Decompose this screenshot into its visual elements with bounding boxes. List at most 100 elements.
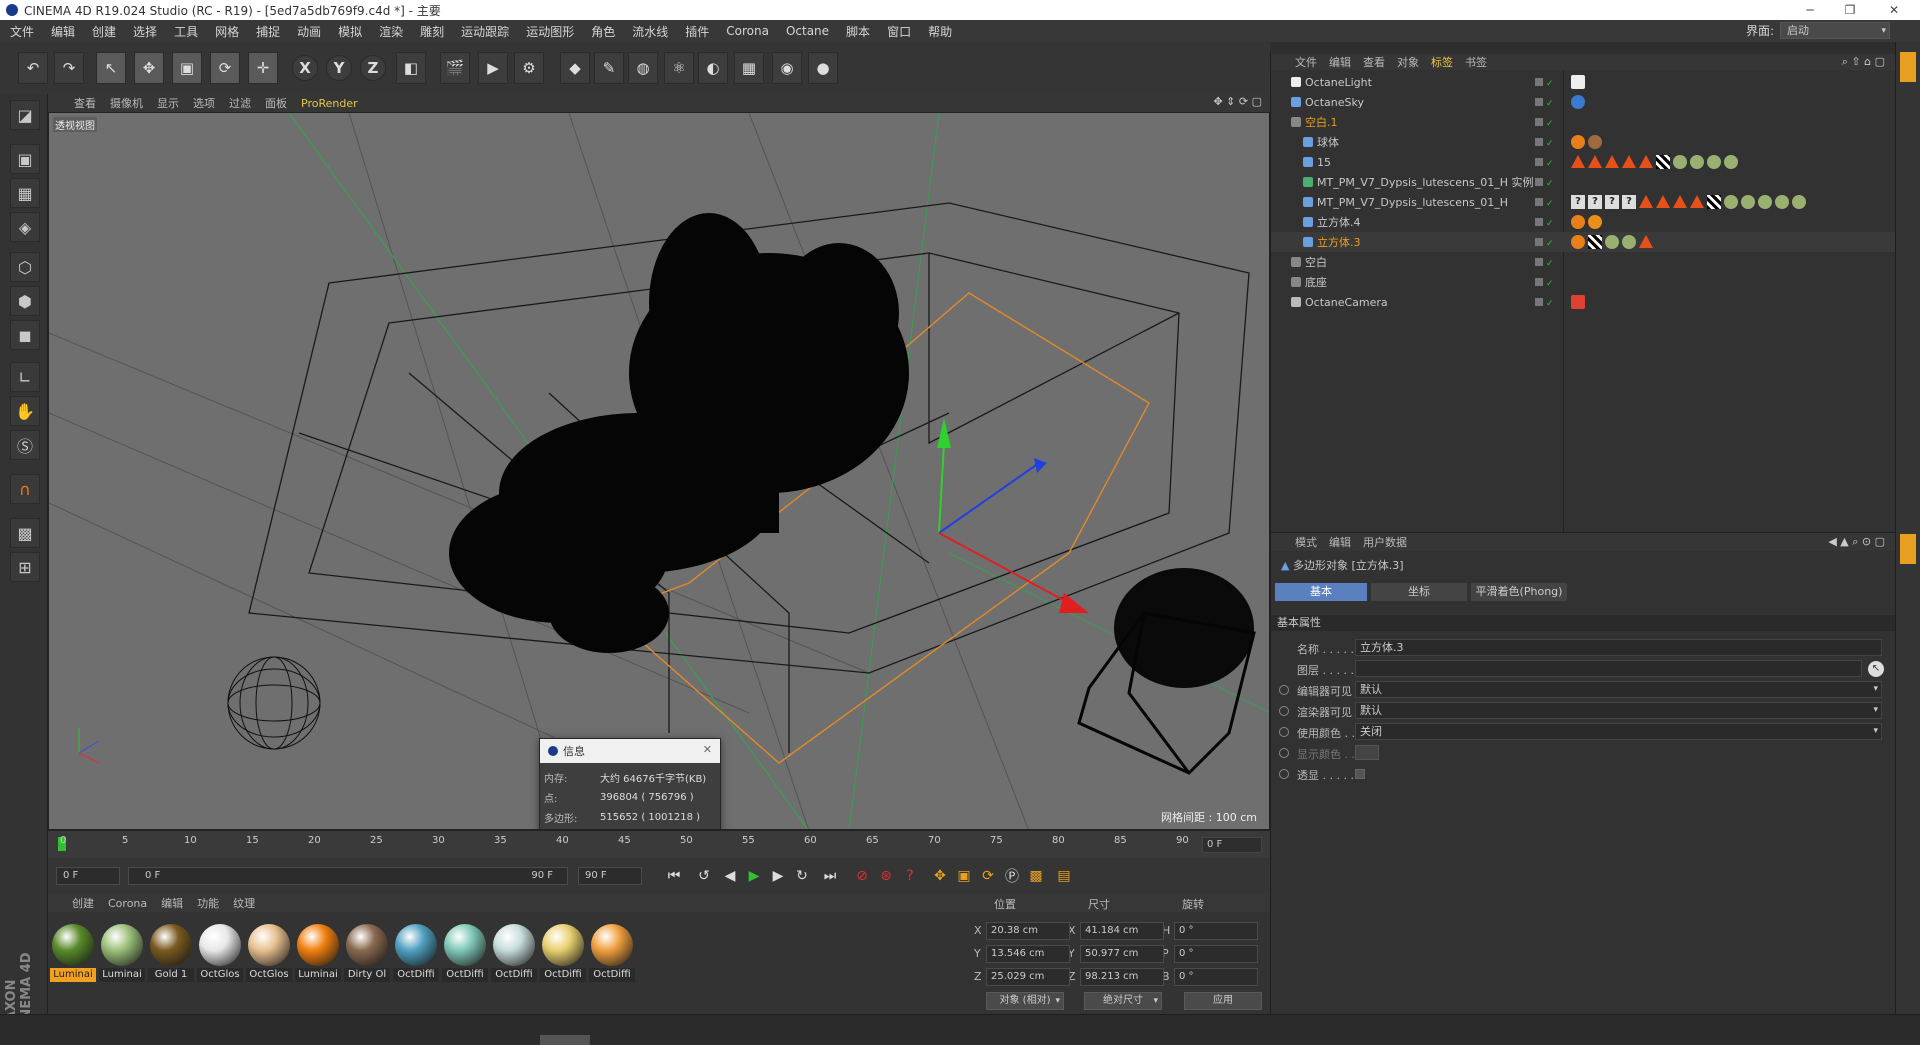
- material-swatch[interactable]: OctGlos: [197, 924, 243, 982]
- material-swatch[interactable]: OctDiffi: [491, 924, 537, 982]
- menu-item[interactable]: 选择: [133, 23, 157, 40]
- apply-button[interactable]: 应用: [1184, 992, 1262, 1010]
- tag-icon[interactable]: [1707, 195, 1721, 209]
- side-tab-attributes[interactable]: [1900, 534, 1916, 564]
- size-field[interactable]: 98.213 cm: [1080, 968, 1164, 986]
- material-swatch[interactable]: Dirty Ol: [344, 924, 390, 982]
- pen-icon[interactable]: ✎: [594, 52, 624, 84]
- tag-icon[interactable]: [1656, 155, 1670, 169]
- world-coord-icon[interactable]: ◧: [396, 52, 426, 84]
- maximize-icon[interactable]: ❐: [1830, 0, 1870, 20]
- current-frame-field[interactable]: 0 F: [1202, 837, 1262, 853]
- menu-item[interactable]: 插件: [685, 23, 709, 40]
- undo-icon[interactable]: ↶: [18, 52, 48, 84]
- viewport-menu-item[interactable]: 选项: [193, 95, 215, 111]
- attribute-field[interactable]: [1355, 660, 1862, 677]
- object-menu-item[interactable]: 查看: [1363, 54, 1385, 70]
- start-frame-field[interactable]: 0 F: [56, 867, 120, 885]
- menu-item[interactable]: Corona: [726, 24, 769, 38]
- close-icon[interactable]: ✕: [1874, 0, 1914, 20]
- visibility-flags[interactable]: ✓: [1535, 136, 1561, 149]
- keyframe-radio[interactable]: [1279, 706, 1289, 716]
- menu-item[interactable]: Octane: [786, 24, 829, 38]
- cube-icon[interactable]: ◆: [560, 52, 590, 84]
- next-frame-icon[interactable]: ▶: [766, 864, 790, 888]
- menu-item[interactable]: 捕捉: [256, 23, 280, 40]
- attribute-field[interactable]: 立方体.3: [1355, 639, 1882, 656]
- visibility-flags[interactable]: ✓: [1535, 116, 1561, 129]
- tag-icon[interactable]: [1588, 155, 1602, 168]
- auto-key-icon[interactable]: ⊛: [874, 864, 898, 888]
- transparency-checkbox[interactable]: [1355, 769, 1365, 779]
- menu-item[interactable]: 流水线: [632, 23, 668, 40]
- tag-icon[interactable]: [1673, 195, 1687, 208]
- goto-start-icon[interactable]: ⏮: [662, 864, 686, 888]
- tag-icon[interactable]: [1588, 235, 1602, 249]
- array-icon[interactable]: ⚛: [664, 52, 694, 84]
- object-row[interactable]: OctaneLight ✓: [1271, 72, 1896, 92]
- texture-mode-icon[interactable]: ▦: [10, 178, 40, 208]
- attribute-menu-item[interactable]: 编辑: [1329, 534, 1351, 550]
- attribute-tab[interactable]: 平滑着色(Phong): [1471, 583, 1567, 601]
- tag-icon[interactable]: [1622, 155, 1636, 168]
- tag-icon[interactable]: [1639, 155, 1653, 168]
- object-row[interactable]: 立方体.3 ✓: [1271, 232, 1896, 252]
- coord-mode-dropdown[interactable]: 对象 (相对): [986, 992, 1064, 1010]
- key-param-icon[interactable]: Ⓟ: [1000, 864, 1024, 888]
- key-pla-icon[interactable]: ▩: [1024, 864, 1048, 888]
- perspective-viewport[interactable]: 透视视图 网格间距 : 100 cm 信息 ✕ 内存: 大约 64676千字节(K…: [48, 112, 1270, 830]
- menu-item[interactable]: 窗口: [887, 23, 911, 40]
- timeline-window-icon[interactable]: ▤: [1052, 864, 1076, 888]
- deform-icon[interactable]: ◐: [698, 52, 728, 84]
- object-row[interactable]: 球体 ✓: [1271, 132, 1896, 152]
- menu-item[interactable]: 创建: [92, 23, 116, 40]
- next-key-icon[interactable]: ↻: [790, 864, 814, 888]
- move-icon[interactable]: ✥: [134, 52, 164, 84]
- minimize-icon[interactable]: ─: [1790, 0, 1830, 20]
- prev-frame-icon[interactable]: ◀: [718, 864, 742, 888]
- material-menu-item[interactable]: 编辑: [161, 895, 183, 911]
- material-swatch[interactable]: OctDiffi: [393, 924, 439, 982]
- material-menu-item[interactable]: 创建: [72, 895, 94, 911]
- object-menu-item[interactable]: 对象: [1397, 54, 1419, 70]
- menu-item[interactable]: 编辑: [51, 23, 75, 40]
- position-field[interactable]: 25.029 cm: [986, 968, 1070, 986]
- object-row[interactable]: OctaneSky ✓: [1271, 92, 1896, 112]
- visibility-flags[interactable]: ✓: [1535, 196, 1561, 209]
- material-swatch[interactable]: OctDiffi: [540, 924, 586, 982]
- menu-item[interactable]: 模拟: [338, 23, 362, 40]
- tag-icon[interactable]: [1571, 135, 1585, 149]
- lock-workplane-icon[interactable]: ⊞: [10, 552, 40, 582]
- tag-icon[interactable]: [1571, 235, 1585, 249]
- material-swatch[interactable]: OctDiffi: [442, 924, 488, 982]
- workplane-icon[interactable]: ◈: [10, 212, 40, 242]
- menu-item[interactable]: 文件: [10, 23, 34, 40]
- rotation-field[interactable]: 0 °: [1174, 945, 1258, 963]
- keyframe-radio[interactable]: [1279, 748, 1289, 758]
- key-position-icon[interactable]: ✥: [928, 864, 952, 888]
- object-search-icons[interactable]: ⌕ ⇧ ⌂ ▢: [1842, 55, 1885, 69]
- play-icon[interactable]: ▶: [742, 864, 766, 888]
- menu-item[interactable]: 角色: [591, 23, 615, 40]
- floor-icon[interactable]: ▦: [734, 52, 764, 84]
- axis-mode-icon[interactable]: ∟: [10, 362, 40, 392]
- visibility-flags[interactable]: ✓: [1535, 296, 1561, 309]
- camera-icon[interactable]: ◉: [772, 52, 802, 84]
- keyframe-radio[interactable]: [1279, 685, 1289, 695]
- key-rotation-icon[interactable]: ⟳: [976, 864, 1000, 888]
- tag-icon[interactable]: [1588, 135, 1602, 149]
- object-menu-item[interactable]: 标签: [1431, 54, 1453, 70]
- menu-item[interactable]: 运动图形: [526, 23, 574, 40]
- keyframe-help-icon[interactable]: ?: [898, 864, 922, 888]
- redo-icon[interactable]: ↷: [54, 52, 84, 84]
- light-icon[interactable]: ●: [808, 52, 838, 84]
- material-swatch[interactable]: OctDiffi: [589, 924, 635, 982]
- layout-dropdown[interactable]: 启动: [1780, 22, 1890, 39]
- tag-icon[interactable]: [1639, 195, 1653, 208]
- snap-icon[interactable]: Ⓢ: [10, 430, 40, 460]
- object-menu-item[interactable]: 编辑: [1329, 54, 1351, 70]
- live-move-icon[interactable]: ✛: [248, 52, 278, 84]
- object-menu-item[interactable]: 文件: [1295, 54, 1317, 70]
- attribute-field[interactable]: 默认: [1355, 702, 1882, 719]
- position-field[interactable]: 20.38 cm: [986, 922, 1070, 940]
